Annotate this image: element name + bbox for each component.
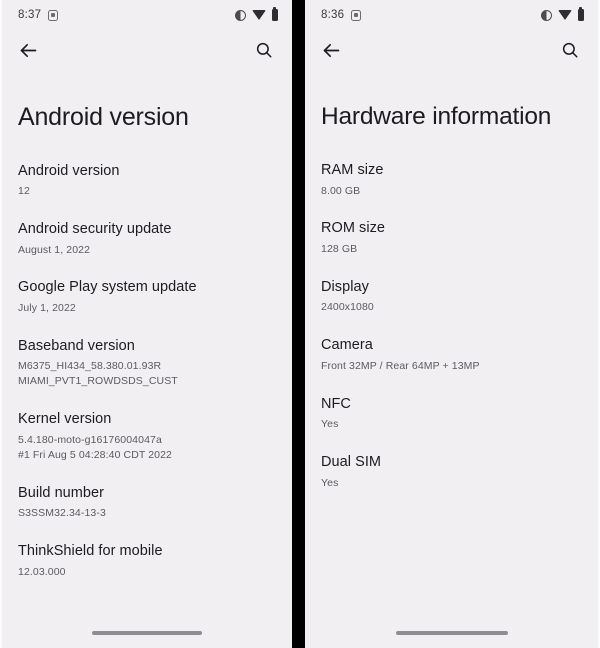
list-item-subtitle: M6375_HI434_58.380.01.93R MIAMI_PVT1_ROW… [18, 359, 276, 389]
phone-screen-hardware-information: 8:36 Hardware information RAM size 8.00 … [305, 0, 600, 648]
list-item-subtitle-line: July 1, 2022 [18, 302, 76, 314]
list-item-title: Dual SIM [321, 454, 382, 471]
list-item-subtitle-line: Yes [321, 476, 339, 489]
list-item[interactable]: Build number S3SSM32.34-13-3 [18, 484, 276, 521]
list-item-subtitle-line: 8.00 GB [321, 184, 361, 197]
status-time: 8:36 [321, 9, 345, 21]
status-bar: 8:37 [2, 0, 292, 30]
list-item-subtitle-line: Yes [321, 418, 339, 431]
list-item[interactable]: Camera Front 32MP / Rear 64MP + 13MP [321, 336, 582, 373]
list-item[interactable]: ROM size 128 GB [321, 219, 582, 256]
action-bar [2, 30, 292, 70]
list-item-subtitle: Front 32MP / Rear 64MP + 13MP [321, 359, 582, 374]
list-item-subtitle-line: 128 GB [321, 242, 358, 255]
list-item-title: Display [321, 278, 369, 295]
list-item[interactable]: NFC Yes [321, 395, 582, 432]
gesture-navigation-bar[interactable] [305, 618, 598, 648]
list-item-title: Android security update [18, 220, 172, 237]
search-icon[interactable] [250, 36, 278, 64]
list-item-subtitle-line: 2400x1080 [321, 301, 374, 314]
gesture-navigation-bar[interactable] [2, 618, 292, 648]
list-item-subtitle: 128 GB [321, 242, 582, 257]
list-item-subtitle: 5.4.180-moto-g16176004047a #1 Fri Aug 5 … [18, 433, 276, 463]
list-item-subtitle: 8.00 GB [321, 184, 582, 199]
content-area: Android version Android version 12 Andro… [2, 70, 292, 618]
list-item-title: NFC [321, 395, 351, 412]
list-item-title: Baseband version [18, 337, 135, 354]
list-item-subtitle-line: #1 Fri Aug 5 04:28:40 CDT 2022 [18, 448, 172, 461]
home-gesture-pill[interactable] [92, 631, 202, 635]
list-item[interactable]: Android security update August 1, 2022 [18, 220, 276, 257]
home-gesture-pill[interactable] [395, 631, 508, 635]
list-item-title: Build number [18, 484, 105, 501]
list-item-subtitle-line: 5.4.180-moto-g16176004047a [18, 433, 162, 446]
page-title: Android version [18, 103, 189, 131]
list-item-subtitle-line: August 1, 2022 [18, 243, 91, 256]
list-item-title: Camera [321, 337, 373, 354]
status-bar-right [540, 7, 584, 21]
page-title: Hardware information [321, 103, 552, 130]
list-item[interactable]: Google Play system update July 1, 2022 [18, 278, 276, 315]
list-item-subtitle: Yes [321, 476, 582, 491]
list-item-subtitle: S3SSM32.34-13-3 [18, 506, 276, 521]
wifi-icon [557, 10, 572, 20]
status-bar-left: 8:36 [321, 9, 362, 21]
list-item-title: Google Play system update [18, 279, 197, 296]
list-item-title: Android version [18, 162, 120, 179]
list-item-subtitle: 12.03.000 [18, 565, 276, 580]
list-item-subtitle-line: Front 32MP / Rear 64MP + 13MP [321, 359, 480, 372]
wifi-icon [251, 10, 266, 20]
phone-screen-android-version: 8:37 Android version Android version 12 … [0, 0, 292, 648]
screenshot-icon [351, 9, 362, 21]
search-icon[interactable] [556, 36, 584, 64]
list-item[interactable]: Android version 12 [18, 162, 276, 199]
status-bar-left: 8:37 [18, 9, 59, 21]
list-item-subtitle-line: MIAMI_PVT1_ROWDSDS_CUST [18, 375, 178, 388]
list-item-title: RAM size [321, 161, 384, 178]
list-item-subtitle-line: 12.03.000 [18, 565, 66, 578]
do-not-disturb-icon [540, 9, 552, 21]
status-bar: 8:36 [305, 0, 598, 30]
list-item[interactable]: Dual SIM Yes [321, 453, 582, 490]
list-item-subtitle: July 1, 2022 [18, 301, 276, 316]
screenshot-stage: 8:37 Android version Android version 12 … [0, 0, 600, 648]
content-area: Hardware information RAM size 8.00 GB RO… [305, 70, 598, 618]
battery-icon [577, 7, 584, 21]
list-item[interactable]: Baseband version M6375_HI434_58.380.01.9… [18, 337, 276, 389]
list-item[interactable]: RAM size 8.00 GB [321, 161, 582, 198]
list-item-title: ThinkShield for mobile [18, 543, 163, 560]
list-item[interactable]: Display 2400x1080 [321, 278, 582, 315]
list-item-subtitle: Yes [321, 417, 582, 432]
back-arrow-icon[interactable] [317, 36, 345, 64]
battery-icon [271, 7, 278, 21]
list-item-subtitle-line: 12 [18, 185, 30, 198]
screenshot-icon [48, 9, 59, 21]
list-item-title: ROM size [321, 220, 386, 237]
do-not-disturb-icon [234, 9, 246, 21]
list-item-subtitle: August 1, 2022 [18, 243, 276, 258]
action-bar [305, 30, 598, 70]
list-item-subtitle-line: S3SSM32.34-13-3 [18, 507, 106, 520]
list-item[interactable]: ThinkShield for mobile 12.03.000 [18, 542, 276, 579]
status-bar-right [234, 7, 278, 21]
list-item-subtitle: 2400x1080 [321, 300, 582, 315]
back-arrow-icon[interactable] [14, 36, 42, 64]
list-item[interactable]: Kernel version 5.4.180-moto-g16176004047… [18, 410, 276, 462]
list-item-title: Kernel version [18, 411, 112, 428]
list-item-subtitle-line: M6375_HI434_58.380.01.93R [18, 360, 162, 373]
status-time: 8:37 [18, 9, 42, 21]
list-item-subtitle: 12 [18, 184, 276, 199]
